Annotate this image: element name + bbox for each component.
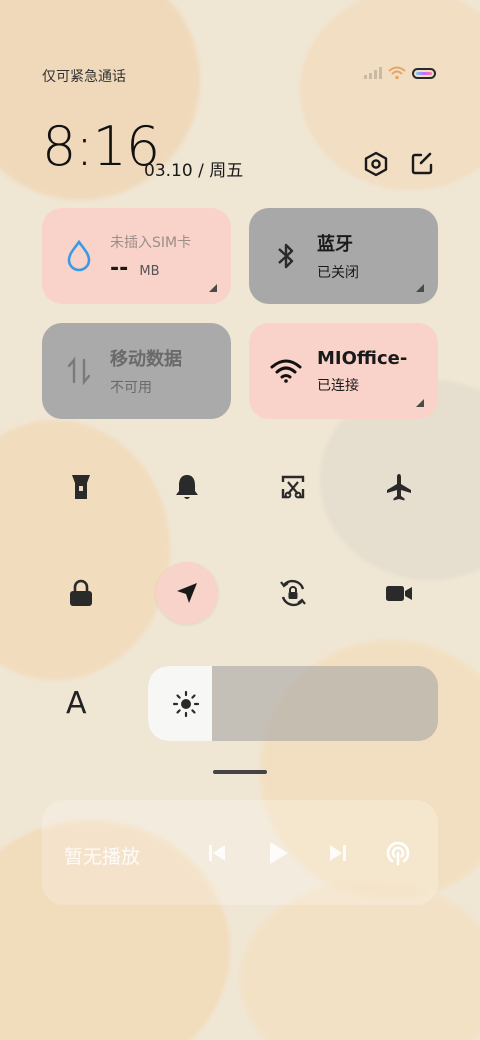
font-size-button[interactable]: A (66, 686, 87, 721)
mobile-data-status: 不可用 (110, 380, 152, 396)
status-icons (364, 66, 436, 80)
lock-icon[interactable] (56, 568, 106, 618)
airplane-icon[interactable] (374, 462, 424, 512)
date-text: 03.10 / 周五 (144, 161, 244, 181)
wifi-title: MIOffice- (317, 347, 408, 369)
bluetooth-title: 蓝牙 (317, 234, 353, 255)
wifi-tile[interactable]: MIOffice- 已连接 (249, 323, 438, 419)
tile-expand-indicator (416, 399, 424, 407)
mobile-data-title: 移动数据 (110, 349, 182, 370)
wifi-icon (269, 354, 303, 388)
video-camera-icon[interactable] (374, 568, 424, 618)
screenshot-icon[interactable] (268, 462, 318, 512)
data-usage-value: -- (110, 255, 129, 281)
carrier-status-text: 仅可紧急通话 (42, 69, 126, 85)
bluetooth-status: 已关闭 (317, 265, 359, 281)
data-usage-tile[interactable]: 未插入SIM卡 -- MB (42, 208, 231, 304)
media-status-text: 暂无播放 (64, 846, 141, 868)
battery-icon (412, 67, 436, 79)
next-track-icon[interactable] (323, 838, 353, 868)
location-arrow-icon (177, 583, 197, 603)
audio-output-icon[interactable] (383, 838, 413, 868)
tile-expand-indicator (209, 284, 217, 292)
tile-expand-indicator (416, 284, 424, 292)
settings-icon[interactable] (362, 150, 390, 178)
media-player-card: 暂无播放 (42, 800, 438, 905)
edit-icon[interactable] (408, 150, 436, 178)
bluetooth-tile[interactable]: 蓝牙 已关闭 (249, 208, 438, 304)
flashlight-icon[interactable] (56, 462, 106, 512)
previous-track-icon[interactable] (202, 838, 232, 868)
mobile-data-icon (62, 354, 96, 388)
wifi-status-icon (388, 66, 406, 80)
wifi-status: 已连接 (317, 377, 359, 394)
play-icon[interactable] (263, 838, 293, 868)
clock-time: 8:16 (42, 115, 160, 178)
brightness-slider[interactable] (148, 666, 438, 741)
data-usage-unit: MB (139, 263, 160, 279)
auto-rotate-lock-icon[interactable] (268, 568, 318, 618)
mobile-data-tile[interactable]: 移动数据 不可用 (42, 323, 231, 419)
panel-drag-handle[interactable] (213, 770, 267, 774)
brightness-sun-icon (172, 690, 200, 718)
bluetooth-icon (269, 239, 303, 273)
water-drop-icon (62, 239, 96, 273)
signal-icon (364, 67, 382, 79)
location-button[interactable] (156, 562, 218, 624)
data-usage-title: 未插入SIM卡 (110, 234, 192, 251)
bell-icon[interactable] (162, 462, 212, 512)
